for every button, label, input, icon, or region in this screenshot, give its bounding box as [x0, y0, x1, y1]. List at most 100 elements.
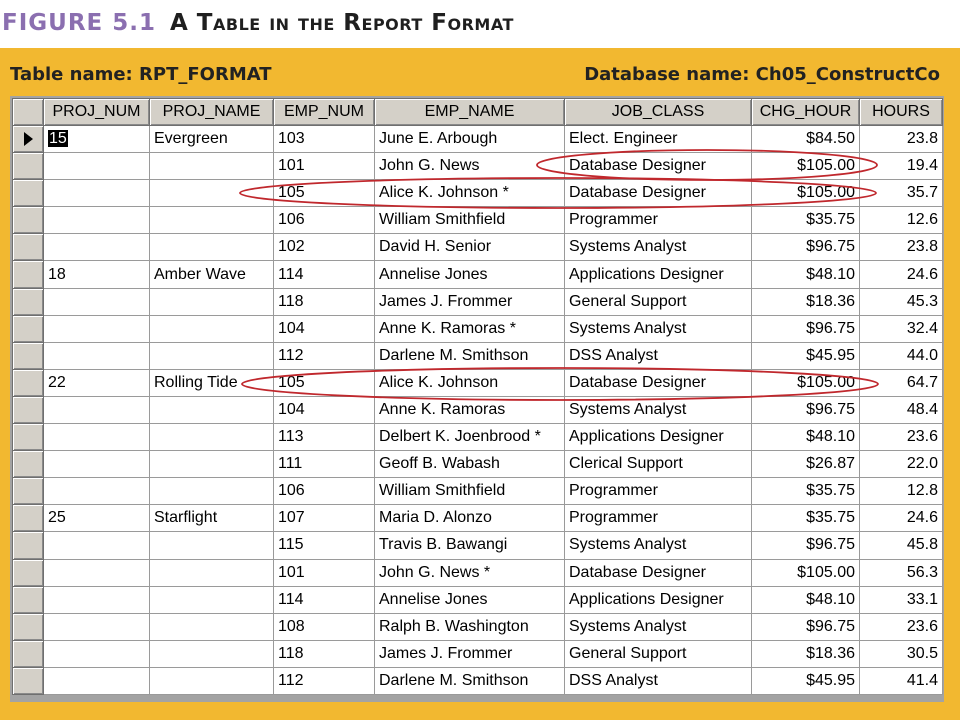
cell-chg-hour[interactable]: $35.75 [751, 206, 860, 235]
cell-chg-hour[interactable]: $105.00 [751, 152, 860, 181]
record-selector[interactable] [12, 152, 44, 181]
cell-job-class[interactable]: Applications Designer [564, 260, 752, 289]
cell-emp-name[interactable]: David H. Senior [374, 233, 565, 262]
cell-proj-name[interactable] [149, 287, 274, 316]
cell-proj-name[interactable] [149, 531, 274, 560]
cell-job-class[interactable]: Clerical Support [564, 450, 752, 479]
cell-chg-hour[interactable]: $105.00 [751, 179, 860, 208]
cell-hours[interactable]: 56.3 [859, 558, 943, 587]
cell-emp-num[interactable]: 114 [273, 585, 375, 614]
cell-proj-num[interactable] [43, 152, 150, 181]
cell-chg-hour[interactable]: $84.50 [751, 124, 860, 154]
record-selector[interactable] [12, 558, 44, 587]
cell-proj-num[interactable] [43, 639, 150, 668]
record-selector[interactable] [12, 314, 44, 343]
cell-job-class[interactable]: Systems Analyst [564, 531, 752, 560]
cell-emp-num[interactable]: 115 [273, 531, 375, 560]
cell-emp-name[interactable]: Travis B. Bawangi [374, 531, 565, 560]
cell-emp-name[interactable]: Darlene M. Smithson [374, 341, 565, 370]
cell-job-class[interactable]: Programmer [564, 477, 752, 506]
table-row[interactable]: 118 James J. Frommer General Support $18.36… [12, 287, 943, 316]
cell-emp-num[interactable]: 108 [273, 612, 375, 641]
cell-hours[interactable]: 45.3 [859, 287, 943, 316]
cell-proj-name[interactable] [149, 152, 274, 181]
column-header-proj-name[interactable]: PROJ_NAME [149, 98, 274, 126]
cell-emp-name[interactable]: Geoff B. Wabash [374, 450, 565, 479]
table-row[interactable]: 106 William Smithfield Programmer $35.75 12.… [12, 477, 943, 506]
cell-chg-hour[interactable]: $96.75 [751, 314, 860, 343]
cell-emp-name[interactable]: Ralph B. Washington [374, 612, 565, 641]
cell-proj-name[interactable] [149, 206, 274, 235]
cell-job-class[interactable]: DSS Analyst [564, 666, 752, 695]
record-selector[interactable] [12, 260, 44, 289]
cell-proj-name[interactable] [149, 639, 274, 668]
cell-hours[interactable]: 23.6 [859, 423, 943, 452]
cell-emp-name[interactable]: June E. Arbough [374, 124, 565, 154]
table-row[interactable]: 113 Delbert K. Joenbrood * Applications De… [12, 423, 943, 452]
cell-job-class[interactable]: General Support [564, 639, 752, 668]
cell-hours[interactable]: 32.4 [859, 314, 943, 343]
cell-emp-num[interactable]: 103 [273, 124, 375, 154]
cell-proj-num[interactable]: 22 [43, 368, 150, 397]
table-row[interactable]: 115 Travis B. Bawangi Systems Analyst $96.7… [12, 531, 943, 560]
column-header-emp-num[interactable]: EMP_NUM [273, 98, 375, 126]
table-row[interactable]: 18 Amber Wave 114 Annelise Jones Application… [12, 260, 943, 289]
cell-proj-num[interactable] [43, 314, 150, 343]
cell-hours[interactable]: 23.8 [859, 124, 943, 154]
table-row[interactable]: 118 James J. Frommer General Support $18.36… [12, 639, 943, 668]
cell-job-class[interactable]: General Support [564, 287, 752, 316]
cell-emp-num[interactable]: 112 [273, 341, 375, 370]
cell-hours[interactable]: 48.4 [859, 395, 943, 425]
table-row[interactable]: 106 William Smithfield Programmer $35.75 12.… [12, 206, 943, 235]
cell-emp-name[interactable]: Alice K. Johnson * [374, 179, 565, 208]
cell-proj-name[interactable] [149, 233, 274, 262]
cell-proj-name[interactable] [149, 395, 274, 425]
record-selector[interactable] [12, 639, 44, 668]
cell-chg-hour[interactable]: $48.10 [751, 585, 860, 614]
cell-hours[interactable]: 23.8 [859, 233, 943, 262]
cell-emp-name[interactable]: Darlene M. Smithson [374, 666, 565, 695]
cell-emp-name[interactable]: James J. Frommer [374, 287, 565, 316]
cell-hours[interactable]: 12.8 [859, 477, 943, 506]
cell-proj-num[interactable] [43, 395, 150, 425]
cell-chg-hour[interactable]: $48.10 [751, 260, 860, 289]
cell-hours[interactable]: 44.0 [859, 341, 943, 370]
cell-hours[interactable]: 30.5 [859, 639, 943, 668]
cell-emp-num[interactable]: 118 [273, 287, 375, 316]
cell-job-class[interactable]: Elect. Engineer [564, 124, 752, 154]
cell-proj-name[interactable] [149, 585, 274, 614]
record-selector[interactable] [12, 531, 44, 560]
cell-job-class[interactable]: Database Designer [564, 558, 752, 587]
cell-proj-name[interactable]: Rolling Tide [149, 368, 274, 397]
cell-emp-name[interactable]: Annelise Jones [374, 260, 565, 289]
cell-emp-num[interactable]: 111 [273, 450, 375, 479]
cell-proj-num[interactable]: 18 [43, 260, 150, 289]
cell-proj-num[interactable] [43, 287, 150, 316]
cell-proj-name[interactable]: Amber Wave [149, 260, 274, 289]
record-selector[interactable] [12, 450, 44, 479]
cell-proj-num[interactable]: 15 [43, 124, 150, 154]
cell-chg-hour[interactable]: $35.75 [751, 477, 860, 506]
cell-proj-num[interactable] [43, 179, 150, 208]
cell-job-class[interactable]: Programmer [564, 206, 752, 235]
cell-proj-num[interactable] [43, 558, 150, 587]
table-row[interactable]: 111 Geoff B. Wabash Clerical Support $26.87… [12, 450, 943, 479]
table-row[interactable]: 104 Anne K. Ramoras Systems Analyst $96.75 4… [12, 395, 943, 425]
cell-emp-name[interactable]: John G. News * [374, 558, 565, 587]
cell-proj-num[interactable] [43, 666, 150, 695]
cell-job-class[interactable]: Systems Analyst [564, 395, 752, 425]
cell-chg-hour[interactable]: $96.75 [751, 531, 860, 560]
record-selector[interactable] [12, 341, 44, 370]
cell-chg-hour[interactable]: $96.75 [751, 233, 860, 262]
cell-emp-num[interactable]: 114 [273, 260, 375, 289]
cell-proj-num[interactable] [43, 612, 150, 641]
cell-hours[interactable]: 19.4 [859, 152, 943, 181]
cell-proj-num[interactable] [43, 233, 150, 262]
cell-proj-num[interactable] [43, 531, 150, 560]
cell-emp-num[interactable]: 105 [273, 368, 375, 397]
cell-proj-name[interactable]: Starflight [149, 504, 274, 533]
record-selector[interactable] [12, 666, 44, 695]
cell-hours[interactable]: 35.7 [859, 179, 943, 208]
cell-job-class[interactable]: Systems Analyst [564, 314, 752, 343]
cell-chg-hour[interactable]: $105.00 [751, 368, 860, 397]
